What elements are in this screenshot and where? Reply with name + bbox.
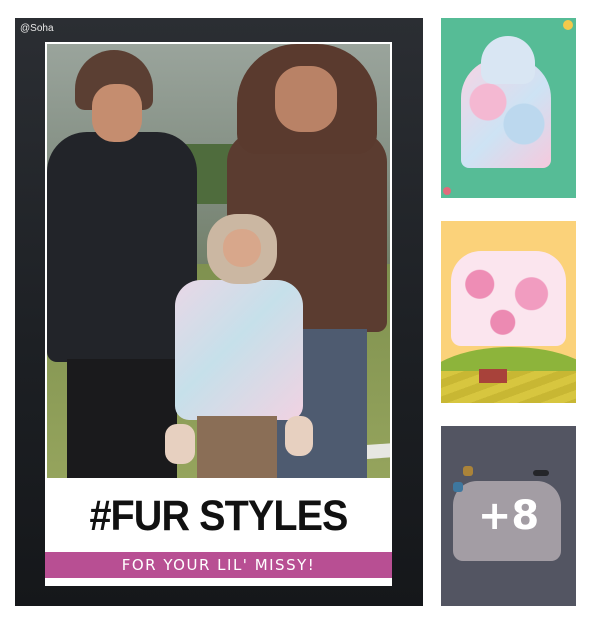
watermark-handle: @Soha <box>20 23 54 34</box>
main-post-image[interactable]: @Soha #FUR STYLES FOR YOUR LIL' MISSY! <box>15 18 423 606</box>
family-photo <box>47 44 390 478</box>
photo-frame: #FUR STYLES FOR YOUR LIL' MISSY! <box>45 42 392 586</box>
subheadline-banner: FOR YOUR LIL' MISSY! <box>45 552 392 578</box>
girl-fur-jacket <box>175 280 303 420</box>
thumbnail-2[interactable] <box>441 221 576 403</box>
more-count-overlay: +8 <box>441 426 576 606</box>
man-face <box>275 66 337 132</box>
pink-floral-fur-jacket-image <box>451 251 566 346</box>
girl-face <box>223 229 261 267</box>
thumbnail-1[interactable] <box>441 18 576 198</box>
title-area: #FUR STYLES FOR YOUR LIL' MISSY! <box>45 482 392 582</box>
flower-icon <box>563 20 573 30</box>
flower-icon <box>443 187 451 195</box>
headline: #FUR STYLES <box>89 492 348 540</box>
barn-icon <box>479 369 507 383</box>
thumbnail-3-more[interactable]: +8 <box>441 426 576 606</box>
woman-face <box>92 84 142 142</box>
